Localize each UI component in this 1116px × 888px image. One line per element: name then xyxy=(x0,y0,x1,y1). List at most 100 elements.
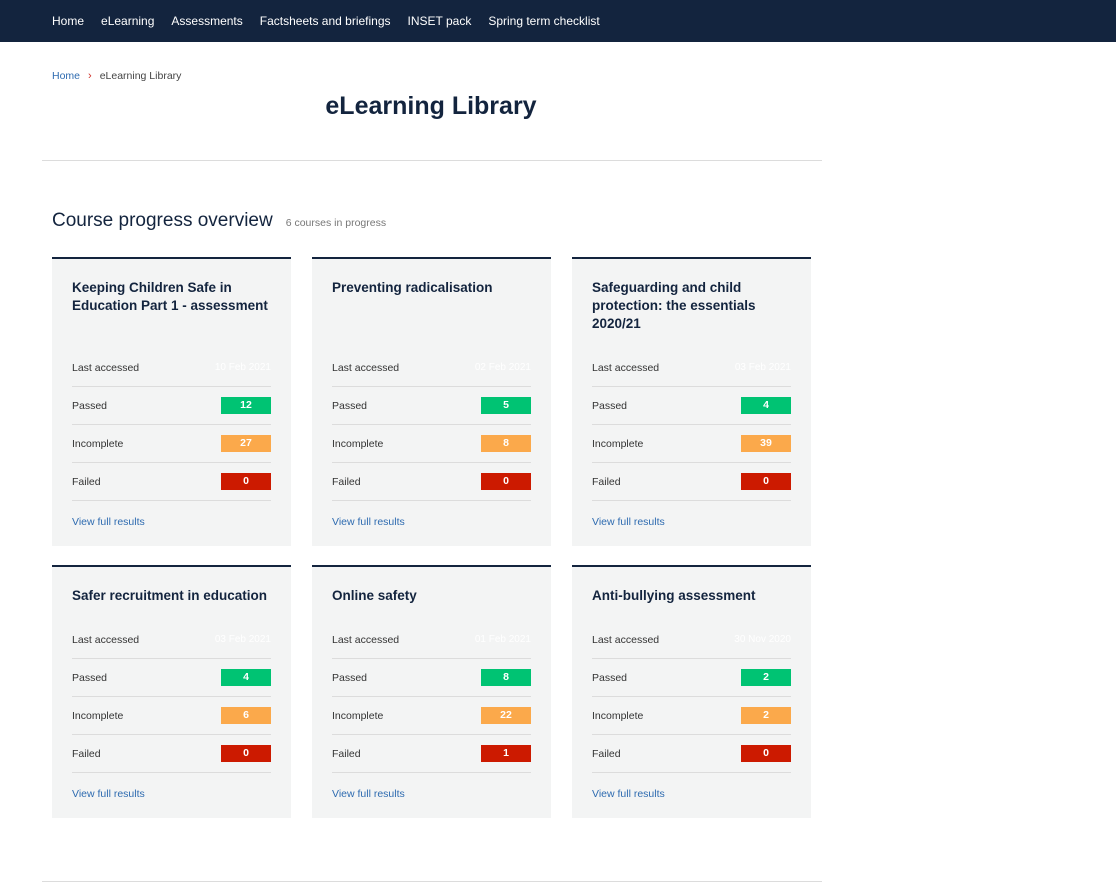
course-title: Preventing radicalisation xyxy=(332,280,493,295)
incomplete-count-badge: 2 xyxy=(741,707,791,724)
last-accessed-date: 03 Feb 2021 xyxy=(734,362,791,373)
last-accessed-date: 03 Feb 2021 xyxy=(214,634,271,645)
incomplete-label: Incomplete xyxy=(592,437,644,450)
nav-inset-pack[interactable]: INSET pack xyxy=(408,14,472,28)
incomplete-label: Incomplete xyxy=(332,437,384,450)
last-accessed-row: Last accessed 03 Feb 2021 xyxy=(592,349,791,387)
view-full-results-link[interactable]: View full results xyxy=(72,516,145,528)
last-accessed-row: Last accessed 10 Feb 2021 xyxy=(72,349,271,387)
footer-divider xyxy=(42,881,822,882)
incomplete-count-badge: 39 xyxy=(741,435,791,452)
failed-label: Failed xyxy=(72,475,101,488)
last-accessed-label: Last accessed xyxy=(592,633,660,646)
last-accessed-row: Last accessed 03 Feb 2021 xyxy=(72,621,271,659)
last-accessed-label: Last accessed xyxy=(592,361,660,374)
passed-label: Passed xyxy=(72,399,108,412)
last-accessed-date: 02 Feb 2021 xyxy=(474,362,531,373)
breadcrumb-chevron-icon: › xyxy=(88,70,92,82)
courses-count: 6 courses in progress xyxy=(285,217,387,229)
course-title: Keeping Children Safe in Education Part … xyxy=(72,280,268,313)
passed-count-badge: 2 xyxy=(741,669,791,686)
course-card: Anti-bullying assessment Last accessed 3… xyxy=(572,565,811,818)
view-full-results-link[interactable]: View full results xyxy=(332,788,405,800)
incomplete-label: Incomplete xyxy=(592,709,644,722)
failed-label: Failed xyxy=(332,747,361,760)
breadcrumb-home-link[interactable]: Home xyxy=(52,70,80,82)
incomplete-label: Incomplete xyxy=(72,437,124,450)
failed-label: Failed xyxy=(592,475,621,488)
passed-count-badge: 8 xyxy=(481,669,531,686)
incomplete-count-badge: 8 xyxy=(481,435,531,452)
breadcrumb: Home › eLearning Library xyxy=(52,70,181,82)
incomplete-label: Incomplete xyxy=(332,709,384,722)
passed-row: Passed 8 xyxy=(332,659,531,697)
failed-count-badge: 0 xyxy=(741,745,791,762)
failed-row: Failed 0 xyxy=(332,463,531,501)
header-divider xyxy=(42,160,822,161)
passed-count-badge: 4 xyxy=(221,669,271,686)
failed-label: Failed xyxy=(72,747,101,760)
last-accessed-label: Last accessed xyxy=(72,361,140,374)
incomplete-row: Incomplete 8 xyxy=(332,425,531,463)
last-accessed-row: Last accessed 01 Feb 2021 xyxy=(332,621,531,659)
last-accessed-date: 30 Nov 2020 xyxy=(734,634,791,645)
passed-count-badge: 5 xyxy=(481,397,531,414)
course-card: Online safety Last accessed 01 Feb 2021 … xyxy=(312,565,551,818)
course-card: Safeguarding and child protection: the e… xyxy=(572,257,811,546)
failed-row: Failed 1 xyxy=(332,735,531,773)
passed-label: Passed xyxy=(592,671,628,684)
view-full-results-link[interactable]: View full results xyxy=(332,516,405,528)
last-accessed-row: Last accessed 30 Nov 2020 xyxy=(592,621,791,659)
passed-row: Passed 4 xyxy=(72,659,271,697)
passed-label: Passed xyxy=(332,671,368,684)
passed-row: Passed 2 xyxy=(592,659,791,697)
incomplete-row: Incomplete 2 xyxy=(592,697,791,735)
failed-count-badge: 0 xyxy=(221,745,271,762)
view-full-results-link[interactable]: View full results xyxy=(592,516,665,528)
passed-row: Passed 4 xyxy=(592,387,791,425)
course-card: Safer recruitment in education Last acce… xyxy=(52,565,291,818)
failed-row: Failed 0 xyxy=(592,463,791,501)
passed-label: Passed xyxy=(72,671,108,684)
failed-label: Failed xyxy=(592,747,621,760)
passed-label: Passed xyxy=(332,399,368,412)
passed-row: Passed 5 xyxy=(332,387,531,425)
incomplete-count-badge: 6 xyxy=(221,707,271,724)
incomplete-row: Incomplete 39 xyxy=(592,425,791,463)
nav-elearning[interactable]: eLearning xyxy=(101,14,154,28)
nav-assessments[interactable]: Assessments xyxy=(171,14,242,28)
last-accessed-label: Last accessed xyxy=(332,361,400,374)
failed-row: Failed 0 xyxy=(592,735,791,773)
view-full-results-link[interactable]: View full results xyxy=(592,788,665,800)
course-card: Preventing radicalisation Last accessed … xyxy=(312,257,551,546)
last-accessed-label: Last accessed xyxy=(332,633,400,646)
failed-row: Failed 0 xyxy=(72,463,271,501)
failed-count-badge: 0 xyxy=(481,473,531,490)
section-header: Course progress overview 6 courses in pr… xyxy=(52,210,386,232)
course-title: Anti-bullying assessment xyxy=(592,588,756,603)
course-title: Safer recruitment in education xyxy=(72,588,268,603)
incomplete-row: Incomplete 22 xyxy=(332,697,531,735)
page-title: eLearning Library xyxy=(325,92,537,120)
incomplete-row: Incomplete 6 xyxy=(72,697,271,735)
failed-label: Failed xyxy=(332,475,361,488)
nav-spring-term-checklist[interactable]: Spring term checklist xyxy=(488,14,599,28)
nav-factsheets[interactable]: Factsheets and briefings xyxy=(260,14,391,28)
passed-count-badge: 12 xyxy=(221,397,271,414)
passed-row: Passed 12 xyxy=(72,387,271,425)
incomplete-row: Incomplete 27 xyxy=(72,425,271,463)
nav-home[interactable]: Home xyxy=(52,14,84,28)
last-accessed-date: 01 Feb 2021 xyxy=(474,634,531,645)
passed-label: Passed xyxy=(592,399,628,412)
incomplete-count-badge: 22 xyxy=(481,707,531,724)
view-full-results-link[interactable]: View full results xyxy=(72,788,145,800)
failed-count-badge: 0 xyxy=(221,473,271,490)
failed-count-badge: 1 xyxy=(481,745,531,762)
last-accessed-row: Last accessed 02 Feb 2021 xyxy=(332,349,531,387)
failed-row: Failed 0 xyxy=(72,735,271,773)
breadcrumb-current: eLearning Library xyxy=(99,70,182,82)
last-accessed-label: Last accessed xyxy=(72,633,140,646)
incomplete-label: Incomplete xyxy=(72,709,124,722)
top-navigation: Home eLearning Assessments Factsheets an… xyxy=(0,0,1116,42)
last-accessed-date: 10 Feb 2021 xyxy=(214,362,271,373)
